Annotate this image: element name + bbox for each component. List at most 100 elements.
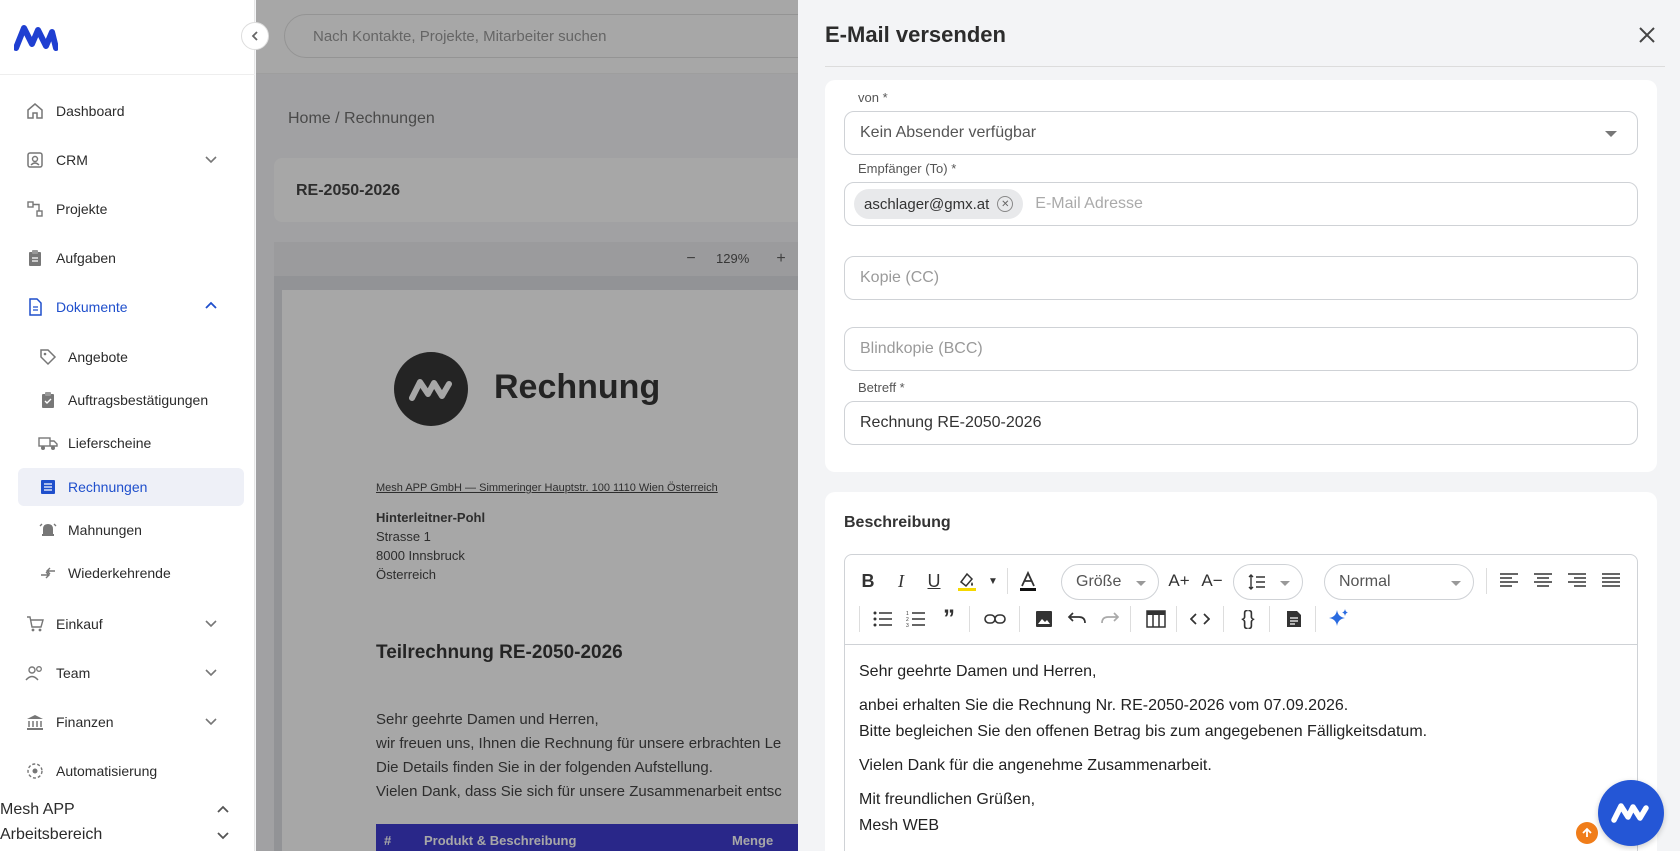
workspace-app-label: Mesh APP bbox=[0, 801, 75, 818]
sidebar-subitem-label: Rechnungen bbox=[68, 479, 148, 495]
description-card: Beschreibung B I U ▼ Größe A+ A− Normal … bbox=[825, 492, 1657, 851]
sidebar-subitem-label: Wiederkehrende bbox=[68, 565, 171, 581]
link-icon[interactable] bbox=[982, 606, 1008, 632]
editor-paragraph: Mesh WEB bbox=[859, 817, 940, 834]
sidebar-item-finanzen[interactable]: Finanzen bbox=[18, 702, 244, 742]
decrease-font-icon[interactable]: A− bbox=[1199, 568, 1225, 594]
bcc-input[interactable]: Blindkopie (BCC) bbox=[844, 327, 1638, 371]
increase-font-icon[interactable]: A+ bbox=[1166, 568, 1192, 594]
underline-icon[interactable]: U bbox=[921, 568, 947, 594]
editor-paragraph: Sehr geehrte Damen und Herren, bbox=[859, 663, 1097, 680]
sidebar-item-projekte[interactable]: Projekte bbox=[18, 189, 244, 229]
description-title: Beschreibung bbox=[844, 514, 951, 531]
sidebar-subitem-label: Angebote bbox=[68, 349, 128, 365]
drawer-title: E-Mail versenden bbox=[825, 22, 1006, 47]
workspace-area-selector[interactable]: Arbeitsbereich bbox=[0, 823, 240, 847]
template-document-icon[interactable] bbox=[1281, 606, 1307, 632]
close-icon bbox=[1639, 27, 1655, 43]
sidebar-subitem-wiederkehrende[interactable]: Wiederkehrende bbox=[18, 554, 244, 592]
repeat-arrows-icon bbox=[38, 563, 58, 583]
editor-toolbar: B I U ▼ Größe A+ A− Normal 1 2 3 ” {} bbox=[845, 555, 1637, 645]
editor-content[interactable]: Sehr geehrte Damen und Herren, anbei erh… bbox=[859, 659, 1427, 847]
bold-icon[interactable]: B bbox=[855, 568, 881, 594]
sidebar-item-einkauf[interactable]: Einkauf bbox=[18, 604, 244, 644]
text-color-icon[interactable] bbox=[1015, 568, 1041, 594]
to-field[interactable]: aschlager@gmx.at ✕ E-Mail Adresse bbox=[844, 182, 1638, 226]
project-icon bbox=[24, 198, 46, 220]
paragraph-style-select[interactable]: Normal bbox=[1324, 564, 1474, 600]
sidebar-item-crm[interactable]: CRM bbox=[18, 140, 244, 180]
close-button[interactable] bbox=[1634, 22, 1660, 48]
align-left-icon[interactable] bbox=[1496, 568, 1522, 594]
list-icon bbox=[38, 477, 58, 497]
document-icon bbox=[24, 296, 46, 318]
mesh-logo-icon[interactable] bbox=[14, 22, 58, 52]
sidebar-item-automatisierung[interactable]: Automatisierung bbox=[18, 751, 244, 791]
assistant-fab-button[interactable] bbox=[1598, 780, 1664, 846]
sidebar-subitem-auftragsbestaetigungen[interactable]: Auftragsbestätigungen bbox=[18, 381, 244, 419]
editor-paragraph: Vielen Dank für die angenehme Zusammenar… bbox=[859, 757, 1212, 774]
recipient-chip[interactable]: aschlager@gmx.at ✕ bbox=[854, 189, 1024, 219]
sidebar-item-team[interactable]: Team bbox=[18, 653, 244, 693]
align-justify-icon[interactable] bbox=[1598, 568, 1624, 594]
dropdown-caret-icon bbox=[1451, 581, 1461, 586]
chevron-left-icon bbox=[251, 31, 258, 41]
redo-icon[interactable] bbox=[1097, 606, 1123, 632]
clipboard-icon bbox=[24, 247, 46, 269]
bank-icon bbox=[24, 711, 46, 733]
variables-braces-icon[interactable]: {} bbox=[1235, 606, 1261, 632]
from-select[interactable]: Kein Absender verfügbar bbox=[844, 111, 1638, 155]
undo-icon[interactable] bbox=[1064, 606, 1090, 632]
subject-label: Betreff * bbox=[858, 380, 905, 395]
chevron-up-icon bbox=[205, 301, 217, 309]
toolbar-separator bbox=[1223, 606, 1224, 632]
truck-icon bbox=[38, 433, 58, 453]
chevron-down-icon bbox=[205, 156, 217, 164]
sidebar-subitem-mahnungen[interactable]: Mahnungen bbox=[18, 511, 244, 549]
ai-sparkle-icon[interactable] bbox=[1326, 606, 1352, 632]
highlight-color-icon[interactable] bbox=[954, 568, 980, 594]
code-icon[interactable] bbox=[1187, 606, 1213, 632]
sidebar-item-aufgaben[interactable]: Aufgaben bbox=[18, 238, 244, 278]
recipient-card: von * Kein Absender verfügbar Empfänger … bbox=[825, 80, 1657, 472]
toolbar-separator bbox=[1130, 606, 1131, 632]
bcc-placeholder: Blindkopie (BCC) bbox=[860, 340, 983, 357]
toolbar-separator bbox=[969, 606, 970, 632]
sidebar-item-label: Finanzen bbox=[56, 714, 114, 730]
sidebar-subitem-lieferscheine[interactable]: Lieferscheine bbox=[18, 424, 244, 462]
table-icon[interactable] bbox=[1143, 606, 1169, 632]
font-size-label: Größe bbox=[1076, 573, 1122, 590]
highlight-dropdown-icon[interactable]: ▼ bbox=[980, 568, 1006, 594]
sidebar-collapse-button[interactable] bbox=[241, 22, 269, 50]
subject-input[interactable]: Rechnung RE-2050-2026 bbox=[844, 401, 1638, 445]
toolbar-separator bbox=[1176, 606, 1177, 632]
sidebar-item-dashboard[interactable]: Dashboard bbox=[18, 91, 244, 131]
rich-text-editor[interactable]: B I U ▼ Größe A+ A− Normal 1 2 3 ” {} Se… bbox=[844, 554, 1638, 851]
workspace-app-selector[interactable]: Mesh APP bbox=[0, 798, 240, 822]
sidebar-subitem-rechnungen[interactable]: Rechnungen bbox=[18, 468, 244, 506]
dropdown-caret-icon bbox=[1605, 131, 1617, 137]
sidebar-item-label: Dokumente bbox=[56, 299, 128, 315]
remove-chip-icon[interactable]: ✕ bbox=[997, 196, 1014, 212]
align-center-icon[interactable] bbox=[1530, 568, 1556, 594]
sidebar-subitem-label: Lieferscheine bbox=[68, 435, 152, 451]
contacts-icon bbox=[24, 149, 46, 171]
image-icon[interactable] bbox=[1031, 606, 1057, 632]
chevron-down-icon bbox=[205, 669, 217, 677]
sidebar-subitem-angebote[interactable]: Angebote bbox=[18, 338, 244, 376]
numbered-list-icon[interactable]: 123 bbox=[903, 606, 929, 632]
italic-icon[interactable]: I bbox=[888, 568, 914, 594]
align-right-icon[interactable] bbox=[1564, 568, 1590, 594]
scroll-up-badge-icon[interactable] bbox=[1576, 822, 1598, 844]
mesh-logo-icon bbox=[1611, 803, 1649, 823]
workspace-area-label: Arbeitsbereich bbox=[0, 826, 103, 843]
cc-input[interactable]: Kopie (CC) bbox=[844, 256, 1638, 300]
toolbar-separator bbox=[1486, 568, 1487, 594]
bullet-list-icon[interactable] bbox=[870, 606, 896, 632]
blockquote-icon[interactable]: ” bbox=[936, 605, 962, 632]
line-height-select[interactable] bbox=[1233, 564, 1303, 600]
font-size-select[interactable]: Größe bbox=[1061, 564, 1159, 600]
toolbar-separator bbox=[1315, 606, 1316, 632]
sidebar-item-label: Aufgaben bbox=[56, 250, 116, 266]
sidebar-item-dokumente[interactable]: Dokumente bbox=[18, 287, 244, 327]
